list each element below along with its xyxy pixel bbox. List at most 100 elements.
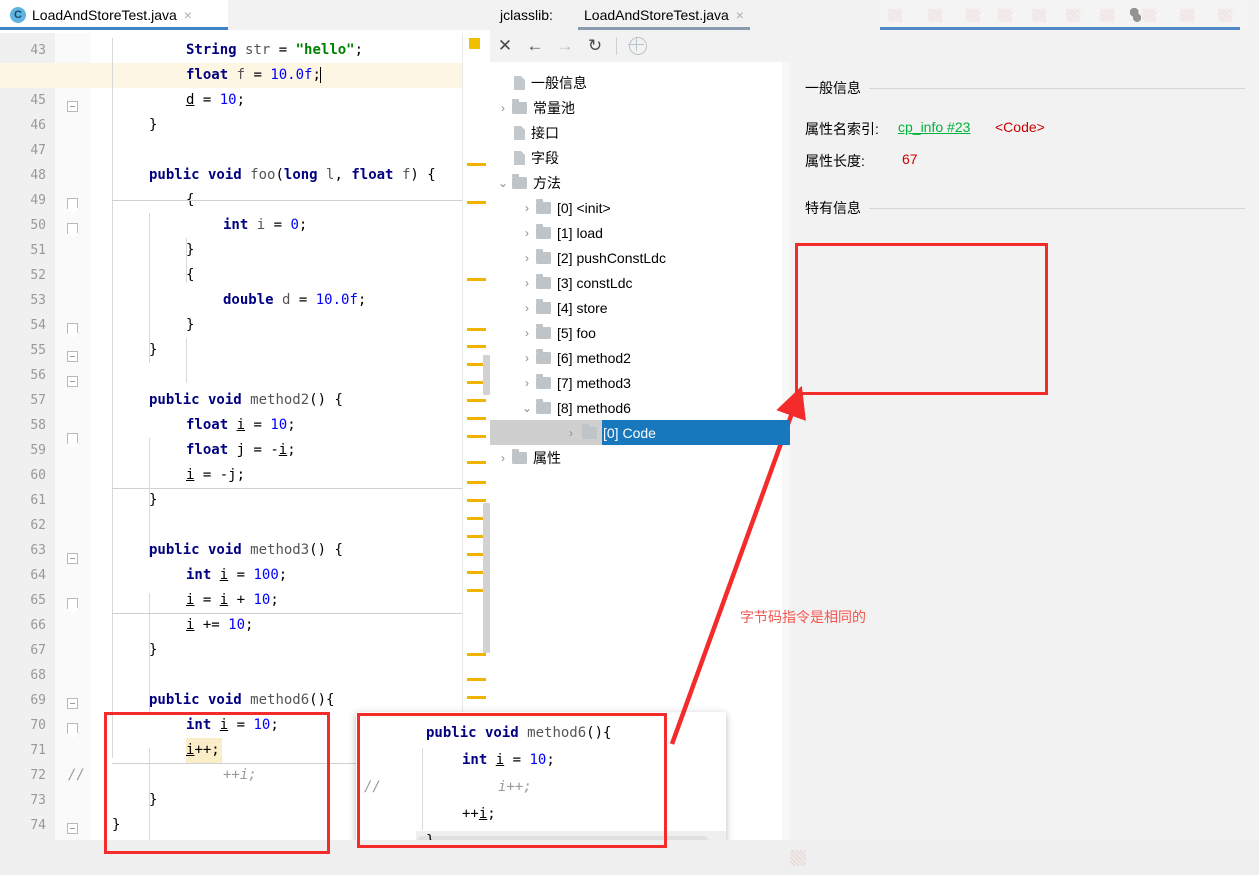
code-line[interactable]: } <box>149 638 157 663</box>
tree-item-[interactable]: 一般信息 <box>490 70 790 95</box>
code-marker[interactable] <box>467 435 486 438</box>
folder-icon <box>512 173 527 189</box>
blurred-toolbar-icon[interactable] <box>1032 9 1046 22</box>
code-line[interactable]: { <box>186 263 194 288</box>
blurred-toolbar-icon[interactable] <box>998 9 1012 22</box>
code-marker[interactable] <box>467 163 486 166</box>
close-icon[interactable]: × <box>184 8 192 22</box>
code-line[interactable]: public void foo(long l, float f) { <box>149 163 436 188</box>
chevron-right-icon[interactable]: › <box>518 345 536 370</box>
tree-item-[interactable]: 接口 <box>490 120 790 145</box>
jclasslib-tab[interactable]: LoadAndStoreTest.java × <box>578 0 750 30</box>
code-line[interactable]: } <box>149 113 157 138</box>
tree-item-[interactable]: 字段 <box>490 145 790 170</box>
code-marker[interactable] <box>467 201 486 204</box>
blurred-main-toolbar[interactable] <box>880 0 1259 30</box>
back-button[interactable]: ← <box>520 31 550 61</box>
warning-marker[interactable] <box>469 38 480 49</box>
code-line[interactable]: double d = 10.0f; <box>223 288 366 313</box>
code-line[interactable]: String str = "hello"; <box>186 38 363 63</box>
chevron-right-icon[interactable]: › <box>518 295 536 320</box>
tree-item-5-foo[interactable]: › [5] foo <box>490 320 790 345</box>
close-button[interactable]: ✕ <box>490 31 520 61</box>
blurred-toolbar-icon[interactable] <box>1142 9 1156 22</box>
chevron-right-icon[interactable]: › <box>494 445 512 470</box>
blurred-toolbar-icon[interactable] <box>888 9 902 22</box>
code-line[interactable]: i += 10; <box>186 613 253 638</box>
code-marker[interactable] <box>467 461 486 464</box>
code-line[interactable]: public void method3() { <box>149 538 343 563</box>
cp-info-link[interactable]: cp_info #23 <box>898 119 970 135</box>
jclasslib-tab-label: LoadAndStoreTest.java <box>584 7 729 23</box>
chevron-right-icon[interactable]: › <box>518 370 536 395</box>
code-line[interactable]: } <box>149 488 157 513</box>
code-line[interactable]: public void method6(){ <box>149 688 334 713</box>
code-line[interactable]: int i = 10; <box>186 713 279 738</box>
code-line[interactable]: } <box>186 313 194 338</box>
chevron-right-icon[interactable]: › <box>562 420 580 445</box>
code-marker[interactable] <box>467 328 486 331</box>
toolbar-underline <box>880 27 1240 30</box>
code-line[interactable]: } <box>149 338 157 363</box>
blurred-toolbar-icon[interactable] <box>1066 9 1080 22</box>
blurred-toolbar-icon[interactable] <box>1100 9 1114 22</box>
tree-item-2-pushconstldc[interactable]: › [2] pushConstLdc <box>490 245 790 270</box>
code-marker[interactable] <box>467 481 486 484</box>
tree-item-8-method6[interactable]: ⌄ [8] method6 <box>490 395 790 420</box>
code-line[interactable]: float j = -i; <box>186 438 296 463</box>
code-line[interactable]: } <box>186 238 194 263</box>
tree-item-[interactable]: › 常量池 <box>490 95 790 120</box>
chevron-right-icon[interactable]: › <box>518 220 536 245</box>
plugin-icon[interactable] <box>1129 7 1142 22</box>
tree-item-0-init[interactable]: › [0] <init> <box>490 195 790 220</box>
code-marker[interactable] <box>467 345 486 348</box>
blurred-status-icon <box>790 850 806 866</box>
scrollbar-thumb[interactable] <box>483 503 490 653</box>
chevron-right-icon[interactable]: › <box>518 245 536 270</box>
folder-icon <box>512 98 527 114</box>
code-marker[interactable] <box>467 696 486 699</box>
scrollbar-thumb[interactable] <box>483 355 490 395</box>
blurred-toolbar-icon[interactable] <box>1180 9 1194 22</box>
code-line[interactable]: i = -j; <box>186 463 245 488</box>
code-line[interactable]: int i = 0; <box>223 213 307 238</box>
chevron-right-icon[interactable]: › <box>518 270 536 295</box>
tree-item-[interactable]: ⌄ 方法 <box>490 170 790 195</box>
chevron-down-icon[interactable]: ⌄ <box>494 170 512 195</box>
code-line[interactable]: float i = 10; <box>186 413 296 438</box>
tree-item-3-constldc[interactable]: › [3] constLdc <box>490 270 790 295</box>
blurred-toolbar-icon[interactable] <box>966 9 980 22</box>
code-line[interactable]: i++; <box>186 738 222 763</box>
code-line[interactable]: ++i; <box>223 763 257 788</box>
chevron-right-icon[interactable]: › <box>494 95 512 120</box>
code-marker[interactable] <box>467 399 486 402</box>
close-icon[interactable]: × <box>736 8 744 22</box>
code-line[interactable]: int i = 100; <box>186 563 287 588</box>
tree-item-[interactable]: › 属性 <box>490 445 790 470</box>
code-marker[interactable] <box>467 417 486 420</box>
code-line[interactable]: d = 10; <box>186 88 245 113</box>
code-line[interactable]: } <box>112 813 120 838</box>
tree-item-6-method2[interactable]: › [6] method2 <box>490 345 790 370</box>
tree-item-1-load[interactable]: › [1] load <box>490 220 790 245</box>
code-marker[interactable] <box>467 278 486 281</box>
tree-item-0-code[interactable]: › [0] Code <box>562 420 790 445</box>
code-marker[interactable] <box>467 653 486 656</box>
folder-icon <box>536 273 551 289</box>
code-line[interactable]: float f = 10.0f; <box>186 63 330 88</box>
code-marker[interactable] <box>467 678 486 681</box>
code-line[interactable]: public void method2() { <box>149 388 343 413</box>
tree-item-7-method3[interactable]: › [7] method3 <box>490 370 790 395</box>
tree-item-4-store[interactable]: › [4] store <box>490 295 790 320</box>
code-line[interactable]: i = i + 10; <box>186 588 279 613</box>
reload-button[interactable]: ↻ <box>580 31 610 61</box>
tree-item-label: [0] <init> <box>557 199 611 216</box>
code-line[interactable]: } <box>149 788 157 813</box>
chevron-down-icon[interactable]: ⌄ <box>518 395 536 420</box>
blurred-toolbar-icon[interactable] <box>928 9 942 22</box>
chevron-right-icon[interactable]: › <box>518 320 536 345</box>
blurred-toolbar-icon[interactable] <box>1218 9 1232 22</box>
editor-tab-loadandstoretest[interactable]: C LoadAndStoreTest.java × <box>0 0 228 30</box>
chevron-right-icon[interactable]: › <box>518 195 536 220</box>
code-marker[interactable] <box>467 499 486 502</box>
